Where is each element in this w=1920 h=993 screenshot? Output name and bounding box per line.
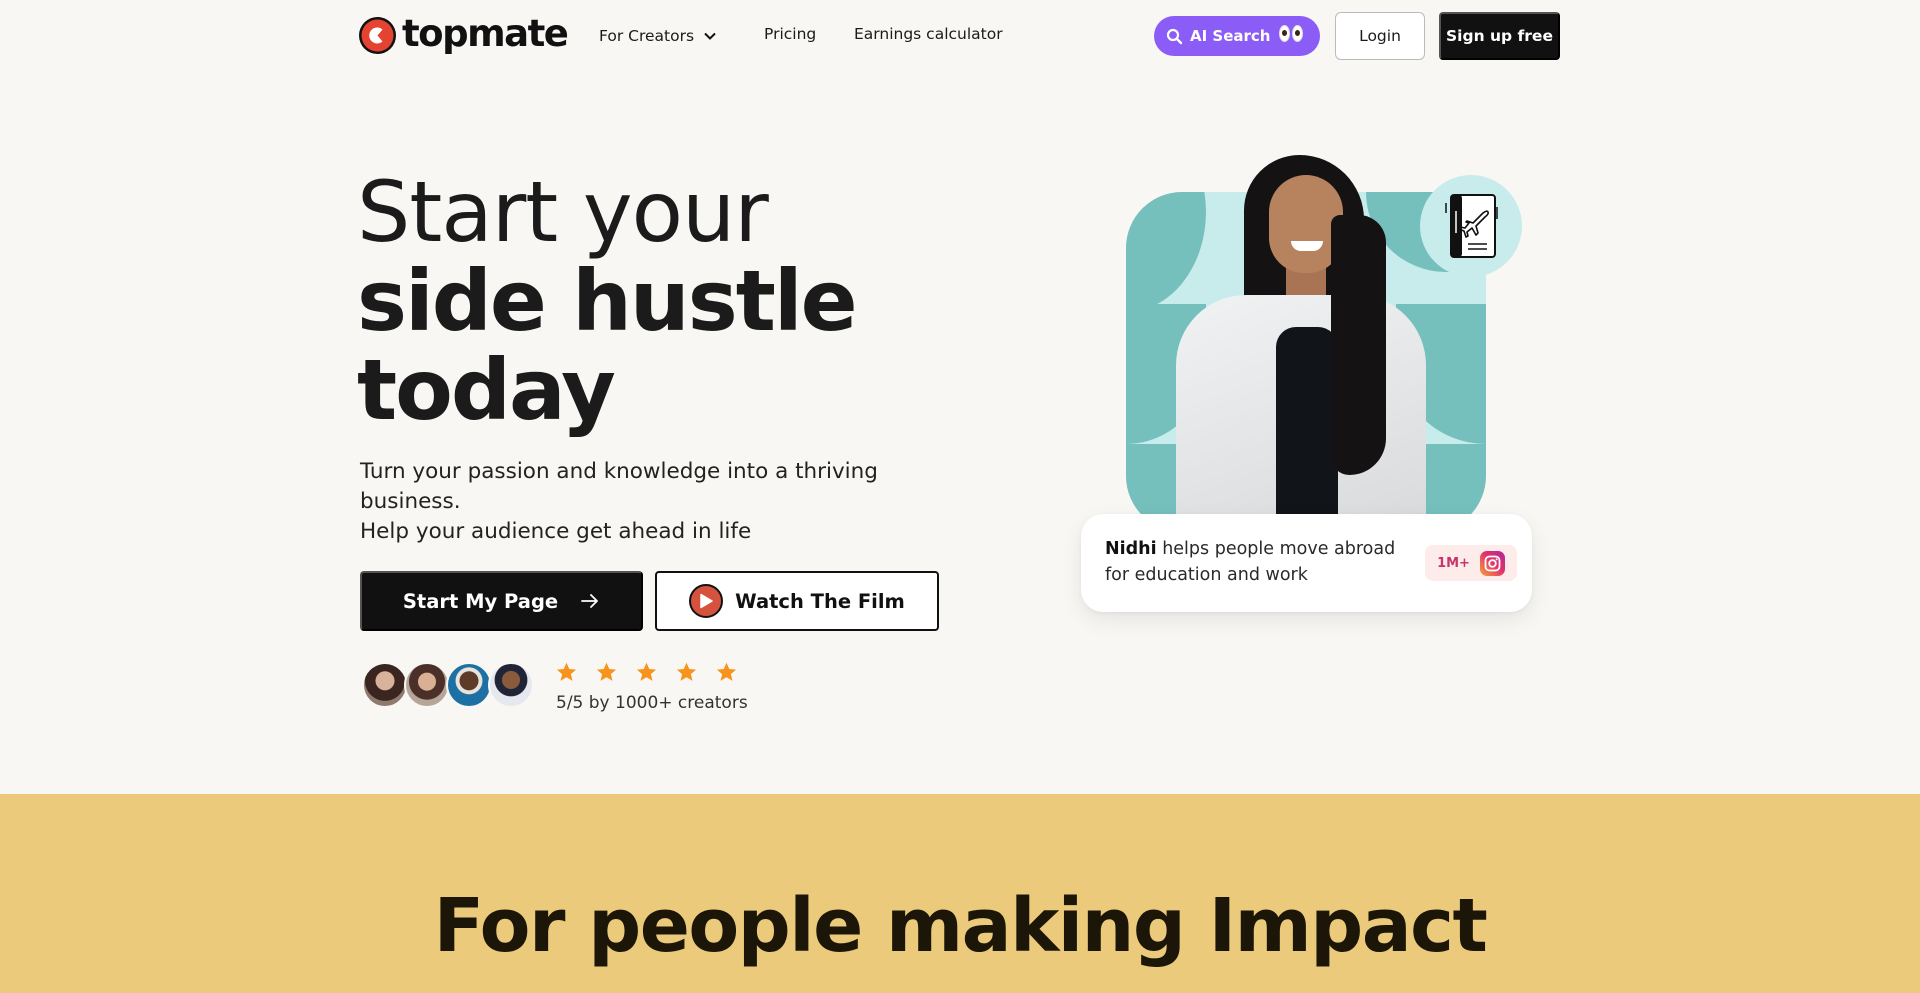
hero-subtitle: Turn your passion and knowledge into a t… <box>360 457 980 547</box>
headline-line-2: side hustle <box>357 252 858 350</box>
instagram-icon <box>1479 550 1505 576</box>
play-icon <box>689 584 724 618</box>
creator-description: Nidhi helps people move abroad for educa… <box>1105 536 1415 588</box>
topmate-logo[interactable]: topmate <box>359 11 569 55</box>
subtitle-line-1: Turn your passion and knowledge into a t… <box>360 459 878 514</box>
avatar <box>362 662 408 708</box>
subtitle-line-2: Help your audience get ahead in life <box>360 519 752 544</box>
ai-search-label: AI Search <box>1190 27 1271 45</box>
avatar <box>404 662 450 708</box>
top-navigation: topmate For Creators Pricing Earnings ca… <box>0 0 1920 72</box>
passport-icon-bubble <box>1420 175 1522 277</box>
nav-for-creators-label: For Creators <box>599 27 695 45</box>
ai-search-button[interactable]: AI Search <box>1154 16 1320 56</box>
topmate-logo-icon <box>359 16 396 54</box>
rating-stars <box>555 661 738 684</box>
creator-name: Nidhi <box>1105 539 1157 559</box>
arrow-right-icon <box>581 594 599 608</box>
creator-photo <box>1166 155 1436 525</box>
start-my-page-label: Start My Page <box>402 589 559 613</box>
nav-pricing-link[interactable]: Pricing <box>764 25 816 43</box>
impact-title-light: For people <box>433 883 887 969</box>
watch-the-film-button[interactable]: Watch The Film <box>655 571 939 631</box>
star-icon <box>636 662 657 681</box>
impact-title-bold: making Impact <box>886 883 1488 969</box>
hero-headline: Start your side hustle today <box>357 163 858 439</box>
avatar <box>446 662 492 708</box>
creator-avatars <box>362 662 534 708</box>
watch-the-film-label: Watch The Film <box>735 589 905 613</box>
creator-highlight-card: Nidhi helps people move abroad for educa… <box>1081 514 1532 612</box>
passport-icon <box>1445 194 1498 258</box>
avatar <box>488 662 534 708</box>
star-icon <box>716 662 737 681</box>
star-icon <box>556 662 577 681</box>
star-icon <box>676 662 697 681</box>
impact-section-title: For people making Impact <box>0 886 1920 966</box>
logo-wordmark: topmate <box>402 11 569 55</box>
nav-for-creators-dropdown[interactable]: For Creators <box>599 27 718 45</box>
start-my-page-button[interactable]: Start My Page <box>360 571 643 631</box>
chevron-down-icon <box>704 32 716 40</box>
headline-line-1: Start your <box>357 163 769 261</box>
star-icon <box>596 662 617 681</box>
search-icon <box>1166 28 1183 44</box>
followers-badge: 1M+ <box>1425 545 1517 581</box>
eyes-emoji-icon <box>1279 25 1303 42</box>
headline-line-3: today <box>357 341 616 439</box>
hero-illustration <box>1126 150 1526 532</box>
login-button[interactable]: Login <box>1335 12 1425 60</box>
signup-button[interactable]: Sign up free <box>1439 12 1560 60</box>
nav-earnings-calculator-link[interactable]: Earnings calculator <box>854 25 1003 43</box>
followers-count: 1M+ <box>1437 555 1470 571</box>
impact-section: For people making Impact <box>0 794 1920 993</box>
rating-text: 5/5 by 1000+ creators <box>556 693 748 713</box>
